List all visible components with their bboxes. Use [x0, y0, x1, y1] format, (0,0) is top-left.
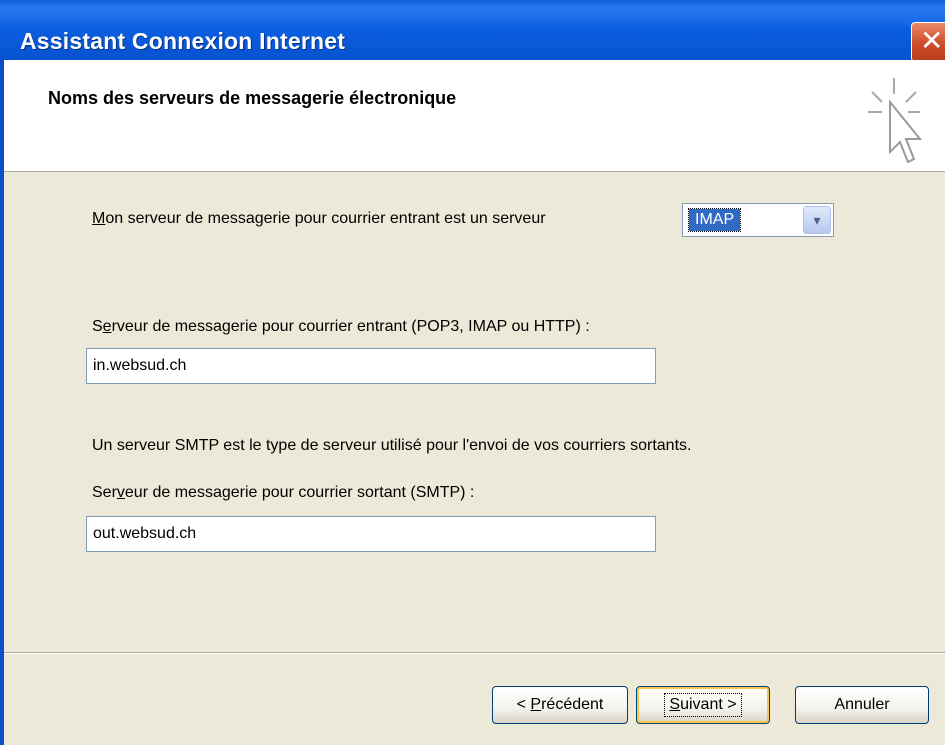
incoming-server-input[interactable]: in.websud.ch — [86, 348, 656, 384]
back-button[interactable]: < Précédent — [492, 686, 628, 724]
incoming-type-select[interactable]: IMAP ▾ — [682, 203, 834, 237]
page-heading: Noms des serveurs de messagerie électron… — [48, 88, 457, 108]
incoming-type-value: IMAP — [687, 208, 742, 232]
close-button[interactable]: ✕ — [911, 22, 945, 62]
incoming-type-label: Mon serveur de messagerie pour courrier … — [92, 210, 546, 227]
footer-separator — [4, 652, 945, 654]
wizard-cursor-icon — [868, 78, 923, 164]
wizard-window: Assistant Connexion Internet ✕ Noms des … — [0, 0, 945, 745]
outgoing-server-input[interactable]: out.websud.ch — [86, 516, 656, 552]
outgoing-server-label: Serveur de messagerie pour courrier sort… — [92, 484, 475, 501]
cancel-button[interactable]: Annuler — [795, 686, 929, 724]
window-border — [0, 60, 4, 745]
wizard-header: Noms des serveurs de messagerie électron… — [0, 60, 945, 172]
smtp-info-text: Un serveur SMTP est le type de serveur u… — [92, 437, 692, 454]
incoming-server-label: Serveur de messagerie pour courrier entr… — [92, 318, 590, 335]
window-title: Assistant Connexion Internet — [20, 28, 346, 54]
close-icon: ✕ — [920, 25, 944, 56]
chevron-down-icon[interactable]: ▾ — [803, 206, 831, 234]
next-button[interactable]: Suivant > — [636, 686, 770, 724]
